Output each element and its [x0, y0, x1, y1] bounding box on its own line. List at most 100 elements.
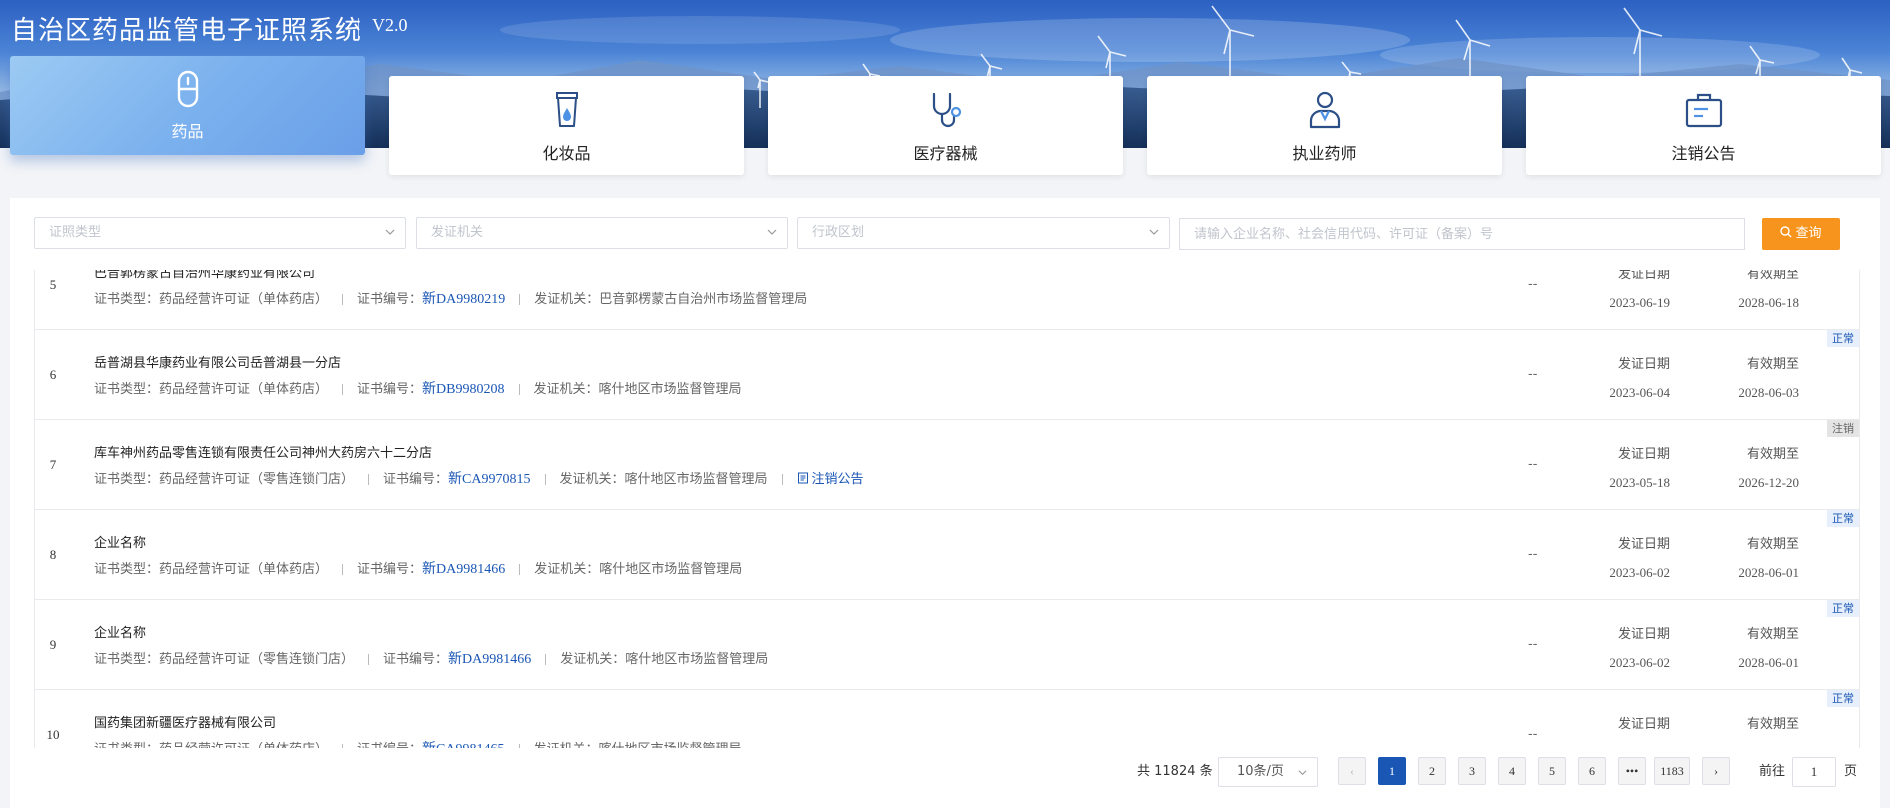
- issuer-value: 喀什地区市场监督管理局: [624, 472, 768, 487]
- cert-type-value: 药品经营许可证（单体药店）: [159, 562, 329, 577]
- stethoscope-icon: [932, 92, 961, 128]
- page-button[interactable]: 5: [1538, 757, 1566, 785]
- nav-card-drugs[interactable]: 药品: [10, 56, 365, 155]
- search-icon: [1780, 226, 1792, 238]
- search-button-label: 查询: [1795, 226, 1822, 241]
- row-dash: --: [1528, 457, 1538, 472]
- title-divider: [358, 18, 359, 36]
- issue-date-value: 2023-06-19: [1609, 295, 1670, 310]
- company-name[interactable]: 企业名称: [94, 622, 146, 641]
- row-number: 10: [46, 727, 60, 742]
- cert-no-link[interactable]: 新CA9970815: [448, 472, 530, 487]
- issue-date-label: 发证日期: [1617, 357, 1670, 372]
- search-button[interactable]: 查询: [1762, 218, 1840, 250]
- divider: [342, 564, 344, 575]
- cert-type-label: 证书类型：: [94, 292, 160, 307]
- cert-no-link[interactable]: 新DA9981466: [448, 652, 531, 667]
- divider: [545, 654, 547, 665]
- more-pages-button[interactable]: •••: [1618, 757, 1646, 785]
- divider: [544, 474, 546, 485]
- nav-card-medical-devices[interactable]: 医疗器械: [768, 76, 1123, 175]
- cert-no-label: 证书编号：: [383, 472, 449, 487]
- list-item[interactable]: 7 库车神州药品零售连锁有限责任公司神州大药房六十二分店 证书类型：药品经营许可证（…: [35, 420, 1859, 510]
- page-button[interactable]: 4: [1498, 757, 1526, 785]
- divider: [518, 744, 520, 748]
- valid-until-value: 2028-06-01: [1738, 565, 1799, 580]
- prev-page-button[interactable]: ‹: [1338, 757, 1366, 785]
- goto-suffix: 页: [1844, 764, 1858, 779]
- cert-type-label: 证书类型：: [94, 652, 160, 667]
- nav-label-cosmetics: 化妆品: [542, 144, 591, 163]
- divider: [518, 384, 520, 395]
- cert-type-label: 证书类型：: [94, 742, 159, 748]
- issuer-label: 发证机关：: [559, 472, 625, 487]
- valid-until-value: 2028-06-18: [1738, 295, 1799, 310]
- issue-date-value: 2023-05-18: [1609, 475, 1670, 490]
- list-item[interactable]: 5 巴音郭楞蒙古自治州华康药业有限公司 证书类型：药品经营许可证（单体药店） 证书编号…: [35, 270, 1859, 330]
- cancellation-notice-link[interactable]: 注销公告: [797, 472, 864, 487]
- company-name[interactable]: 岳普湖县华康药业有限公司岳普湖县一分店: [94, 352, 341, 371]
- pharmacist-person-icon: [1309, 91, 1340, 129]
- divider: [342, 744, 344, 748]
- issue-date-value: 2023-06-02: [1535, 745, 1670, 748]
- goto-page-input[interactable]: 1: [1792, 757, 1836, 787]
- page-size-value: 10条/页: [1237, 764, 1284, 779]
- valid-until-value: 2028-06-01: [1738, 655, 1799, 670]
- page-button[interactable]: 3: [1458, 757, 1486, 785]
- valid-until-label: 有效期至: [1746, 627, 1799, 642]
- list-item[interactable]: 10 国药集团新疆医疗器械有限公司证书类型：药品经营许可证（单体药店） 证书编号：新…: [35, 690, 1859, 748]
- page-size-select[interactable]: 10条/页: [1218, 757, 1318, 787]
- divider: [781, 474, 783, 485]
- divider: [342, 384, 344, 395]
- issue-date-value: 2023-06-02: [1609, 655, 1670, 670]
- issuer-value: 喀什地区市场监督管理局: [598, 382, 742, 397]
- app-version: V2.0: [372, 15, 408, 35]
- cert-no-link[interactable]: 新CA9981465: [422, 742, 504, 748]
- cert-type-value: 药品经营许可证（单体药店）: [159, 382, 329, 397]
- divider: [519, 294, 521, 305]
- region-select[interactable]: 行政区划: [797, 217, 1170, 249]
- page-button[interactable]: 1: [1378, 757, 1406, 785]
- row-number: 9: [49, 637, 57, 652]
- valid-until-label: 有效期至: [1746, 717, 1799, 732]
- page-button[interactable]: 6: [1578, 757, 1606, 785]
- page-button[interactable]: 1183: [1654, 757, 1690, 785]
- issuer-select[interactable]: 发证机关: [416, 217, 788, 249]
- next-page-button[interactable]: ›: [1702, 757, 1730, 785]
- row-meta: 证书类型：药品经营许可证（单体药店） 证书编号：新CA9981465 发证机关：喀什…: [94, 738, 742, 748]
- pagination-total: 共 11824 条: [1137, 764, 1213, 779]
- nav-card-cancellation-notice[interactable]: 注销公告: [1526, 76, 1881, 175]
- company-name[interactable]: 企业名称: [94, 532, 146, 551]
- divider: [368, 654, 370, 665]
- status-badge: 正常: [1827, 330, 1859, 347]
- cert-type-select[interactable]: 证照类型: [34, 217, 406, 249]
- row-meta: 证书类型：药品经营许可证（单体药店） 证书编号：新DB9980208 发证机关：喀什…: [94, 378, 742, 398]
- divider: [519, 564, 521, 575]
- issuer-label: 发证机关：: [534, 742, 599, 748]
- row-number: 6: [49, 367, 57, 382]
- issuer-value: 喀什地区市场监督管理局: [625, 652, 769, 667]
- company-name[interactable]: 巴音郭楞蒙古自治州华康药业有限公司: [94, 270, 315, 281]
- cancellation-notice-label: 注销公告: [811, 472, 864, 487]
- cert-type-label: 证书类型：: [94, 562, 160, 577]
- row-meta: 证书类型：药品经营许可证（单体药店） 证书编号：新DA9981466 发证机关：喀什…: [94, 558, 742, 578]
- chevron-down-icon: [1149, 229, 1159, 235]
- cert-no-link[interactable]: 新DA9981466: [422, 562, 505, 577]
- list-item[interactable]: 9 企业名称 证书类型：药品经营许可证（零售连锁门店） 证书编号：新DA9981466…: [35, 600, 1859, 690]
- search-input[interactable]: [1179, 218, 1745, 250]
- row-meta: 证书类型：药品经营许可证（零售连锁门店） 证书编号：新CA9970815 发证机关：…: [94, 468, 864, 488]
- cert-no-link[interactable]: 新DB9980208: [422, 382, 504, 397]
- nav-card-pharmacist[interactable]: 执业药师: [1147, 76, 1502, 175]
- cert-no-link[interactable]: 新DA9980219: [422, 292, 505, 307]
- app-title: 自治区药品监管电子证照系统: [11, 16, 363, 46]
- chevron-down-icon: [767, 229, 777, 235]
- list-item[interactable]: 8 企业名称 证书类型：药品经营许可证（单体药店） 证书编号：新DA9981466 发证…: [35, 510, 1859, 600]
- list-item[interactable]: 6 岳普湖县华康药业有限公司岳普湖县一分店证书类型：药品经营许可证（单体药店） 证书…: [35, 330, 1859, 420]
- cert-type-value: 药品经营许可证（零售连锁门店）: [159, 652, 355, 667]
- status-badge: 正常: [1827, 600, 1859, 617]
- issue-date-label: 发证日期: [1617, 447, 1670, 462]
- company-name[interactable]: 国药集团新疆医疗器械有限公司: [94, 712, 276, 731]
- nav-card-cosmetics[interactable]: 化妆品: [389, 76, 744, 175]
- company-name[interactable]: 库车神州药品零售连锁有限责任公司神州大药房六十二分店: [94, 442, 432, 461]
- page-button[interactable]: 2: [1418, 757, 1446, 785]
